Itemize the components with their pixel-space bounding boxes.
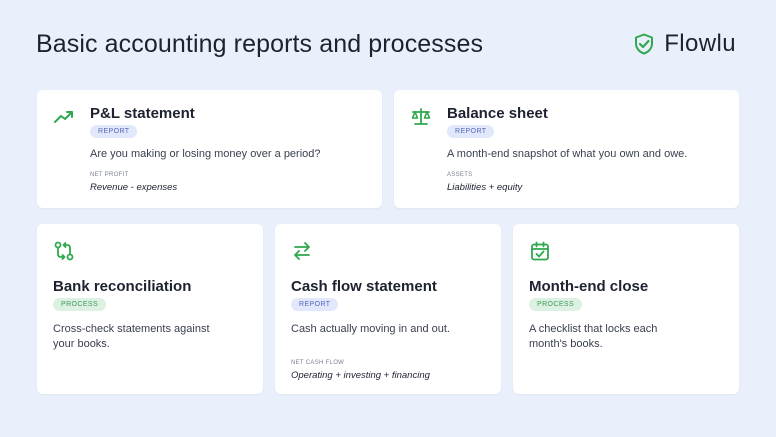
card-title: Cash flow statement [291, 278, 437, 295]
card-description-line: your books. [53, 338, 110, 350]
calendar-check-icon [529, 240, 551, 262]
formula-value: Liabilities + equity [447, 182, 523, 193]
card-cash-flow-statement: Cash flow statement REPORT Cash actually… [275, 224, 501, 394]
card-title: P&L statement [90, 105, 195, 122]
card-month-end-close: Month-end close PROCESS A checklist that… [513, 224, 739, 394]
formula-label: NET CASH FLOW [291, 360, 345, 366]
report-badge: REPORT [90, 125, 138, 138]
process-badge: PROCESS [529, 298, 583, 311]
brand-logo: Flowlu [632, 30, 736, 58]
card-description-line: month's books. [529, 338, 603, 350]
card-bank-reconciliation: Bank reconciliation PROCESS Cross-check … [37, 224, 263, 394]
card-pl-statement: P&L statement REPORT Are you making or l… [37, 90, 382, 208]
formula-label: ASSETS [447, 172, 473, 178]
shield-check-icon [635, 33, 654, 55]
page-title: Basic accounting reports and processes [36, 30, 484, 58]
card-balance-sheet: Balance sheet REPORT A month-end snapsho… [394, 90, 739, 208]
card-title: Balance sheet [447, 105, 548, 122]
report-badge: REPORT [447, 125, 495, 138]
formula-value: Revenue - expenses [90, 182, 178, 193]
formula-label: NET PROFIT [90, 172, 129, 178]
card-description: Are you making or losing money over a pe… [90, 148, 321, 160]
brand-name: Flowlu [664, 30, 736, 57]
report-badge: REPORT [291, 298, 339, 311]
reconcile-icon [53, 240, 75, 262]
trending-up-icon [53, 106, 75, 128]
formula-value: Operating + investing + financing [291, 370, 430, 381]
card-description-line: A checklist that locks each [529, 323, 658, 335]
card-description: Cash actually moving in and out. [291, 323, 450, 335]
process-badge: PROCESS [53, 298, 107, 311]
transfer-arrows-icon [291, 240, 313, 262]
card-description: A month-end snapshot of what you own and… [447, 148, 688, 160]
card-description-line: Cross-check statements against [53, 323, 210, 335]
card-title: Month-end close [529, 278, 649, 295]
scale-icon [410, 106, 432, 128]
card-title: Bank reconciliation [53, 278, 192, 295]
